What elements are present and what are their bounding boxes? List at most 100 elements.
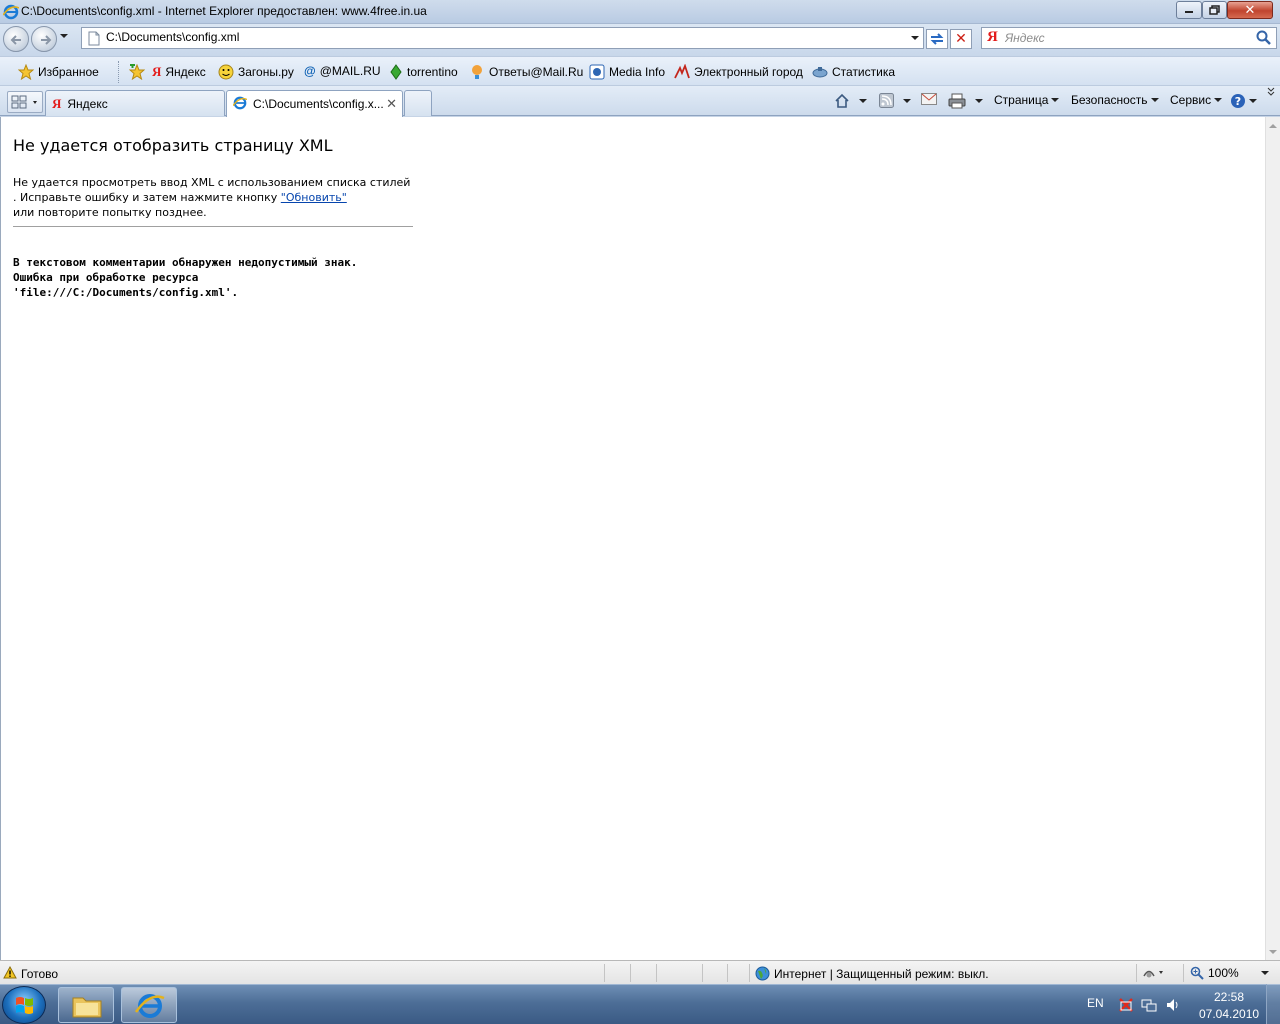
security-zone[interactable]: Интернет | Защищенный режим: выкл. <box>755 966 989 981</box>
home-dropdown-icon[interactable] <box>859 99 867 103</box>
ie-logo-icon <box>2 4 20 23</box>
favorite-link-mailru[interactable]: @ @MAIL.RU <box>304 64 381 78</box>
yandex-logo: Я <box>987 29 998 45</box>
tab-bar: Я Яндекс C:\Documents\config.x... ✕ Стра… <box>0 86 1280 117</box>
help-menu[interactable]: ? <box>1230 93 1257 109</box>
favorite-link-mediainfo[interactable]: Media Info <box>589 64 665 80</box>
favorite-link-yandex[interactable]: Я Яндекс <box>152 64 206 80</box>
favorites-button[interactable]: Избранное <box>18 64 99 80</box>
recent-pages-dropdown[interactable] <box>60 34 68 38</box>
star-icon <box>18 64 34 80</box>
search-icon[interactable] <box>1256 30 1272 49</box>
yandex-icon: Я <box>52 95 62 111</box>
navigation-bar: ✕ Я <box>0 24 1280 56</box>
back-button[interactable] <box>3 26 29 52</box>
refresh-link[interactable]: "Обновить" <box>281 191 347 204</box>
scroll-up-icon[interactable] <box>1269 124 1277 128</box>
start-button[interactable] <box>2 986 46 1024</box>
maximize-button[interactable] <box>1202 1 1227 19</box>
popup-blocker-icon[interactable] <box>1142 966 1166 983</box>
home-icon <box>835 93 849 108</box>
error-text-part1: Не удается просмотреть ввод XML с исполь… <box>13 176 411 204</box>
zone-text: Интернет | Защищенный режим: выкл. <box>774 966 989 981</box>
error-text-part2: или повторите попытку позднее. <box>13 206 207 219</box>
language-indicator[interactable]: EN <box>1087 996 1104 1010</box>
show-desktop-button[interactable] <box>1266 984 1280 1024</box>
address-dropdown-icon[interactable] <box>911 36 919 40</box>
clock-date[interactable]: 07.04.2010 <box>1199 1007 1259 1021</box>
taskbar-ie-button[interactable] <box>121 987 177 1023</box>
forward-arrow-icon <box>41 35 52 45</box>
close-window-button[interactable]: ✕ <box>1227 1 1273 19</box>
close-icon: ✕ <box>1244 2 1256 18</box>
stop-icon: ✕ <box>955 31 967 47</box>
safety-menu-label: Безопасность <box>1071 93 1148 107</box>
search-input[interactable] <box>1005 31 1245 45</box>
rss-icon <box>879 93 894 108</box>
feeds-button[interactable] <box>879 93 911 108</box>
stats-icon <box>812 67 828 78</box>
status-divider <box>1136 964 1137 982</box>
tab-config-xml[interactable]: C:\Documents\config.x... ✕ <box>226 90 403 117</box>
error-detail-line: 'file:///C:/Documents/config.xml'. <box>13 286 239 299</box>
at-icon: @ <box>304 64 316 78</box>
folder-icon <box>72 997 102 1018</box>
safety-menu-caret-icon <box>1150 98 1159 102</box>
minimize-button[interactable] <box>1176 1 1202 19</box>
favorite-link-torrentino[interactable]: torrentino <box>389 64 458 80</box>
print-dropdown-icon[interactable] <box>975 99 983 103</box>
tab-yandex[interactable]: Я Яндекс <box>45 90 225 116</box>
volume-icon[interactable] <box>1165 997 1181 1016</box>
read-mail-button[interactable] <box>921 93 937 105</box>
feeds-dropdown-icon[interactable] <box>903 98 911 103</box>
zoom-dropdown-icon[interactable] <box>1260 971 1269 975</box>
favorite-link-answers[interactable]: Ответы@Mail.Ru <box>469 64 583 80</box>
forward-button[interactable] <box>31 26 57 52</box>
page-content: Не удается отобразить страницу XML Не уд… <box>0 117 1265 960</box>
safety-menu[interactable]: Безопасность <box>1071 93 1159 107</box>
favorite-link-zagony[interactable]: Загоны.ру <box>218 64 294 80</box>
taskbar-explorer-button[interactable] <box>58 987 114 1023</box>
refresh-icon <box>930 33 944 45</box>
answers-icon <box>472 65 482 79</box>
mail-icon <box>921 93 937 105</box>
network-icon[interactable] <box>1141 997 1157 1016</box>
back-arrow-icon <box>10 35 21 45</box>
error-details: В текстовом комментарии обнаружен недопу… <box>13 255 433 300</box>
vertical-scrollbar[interactable] <box>1265 117 1280 960</box>
scroll-down-icon[interactable] <box>1269 950 1277 954</box>
zoom-icon <box>1190 966 1204 980</box>
error-detail-line: В текстовом комментарии обнаружен недопу… <box>13 256 358 269</box>
window-title: C:\Documents\config.xml - Internet Explo… <box>21 4 427 18</box>
print-button[interactable] <box>948 93 983 109</box>
status-divider <box>727 964 728 982</box>
ie-page-icon <box>232 96 248 113</box>
action-center-icon[interactable] <box>1118 997 1134 1016</box>
page-menu[interactable]: Страница <box>994 93 1060 107</box>
chevron-more-icon[interactable] <box>1266 86 1276 98</box>
favorite-link-stats[interactable]: Статистика <box>812 64 895 80</box>
address-input[interactable] <box>106 30 886 44</box>
page-icon <box>87 31 101 49</box>
favorite-link-city[interactable]: Электронный город <box>674 64 803 80</box>
add-to-favorites-button[interactable] <box>129 64 145 80</box>
zoom-control[interactable]: 100% <box>1190 966 1269 980</box>
zoom-level: 100% <box>1208 966 1239 980</box>
close-tab-icon[interactable]: ✕ <box>386 96 397 112</box>
address-bar[interactable] <box>81 27 924 49</box>
svg-text:?: ? <box>1235 95 1241 108</box>
favorite-label: Статистика <box>832 65 896 79</box>
tools-menu[interactable]: Сервис <box>1170 93 1223 107</box>
help-icon: ? <box>1231 94 1245 108</box>
refresh-button[interactable] <box>926 29 948 49</box>
tools-menu-label: Сервис <box>1170 93 1212 107</box>
stop-button[interactable]: ✕ <box>950 29 972 49</box>
search-box[interactable]: Я <box>981 27 1277 49</box>
new-tab-button[interactable] <box>404 90 432 116</box>
quick-tabs-button[interactable] <box>7 91 43 113</box>
home-button[interactable] <box>834 93 867 109</box>
internet-explorer-icon <box>134 994 165 1018</box>
favorite-label: Яндекс <box>165 65 206 79</box>
windows-logo-icon <box>16 997 33 1014</box>
clock-time[interactable]: 22:58 <box>1214 990 1244 1004</box>
